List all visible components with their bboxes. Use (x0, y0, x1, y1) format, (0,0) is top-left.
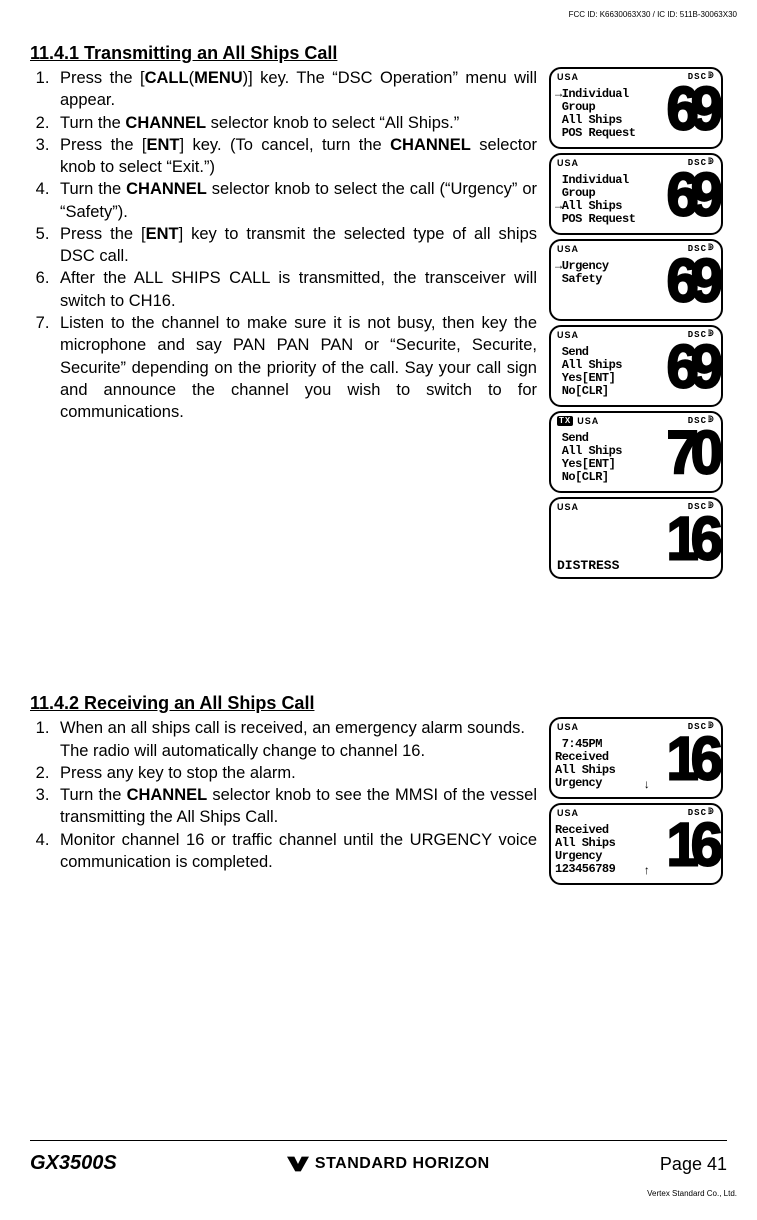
lcd-region-label: USA (577, 415, 599, 427)
lcd-region-label: USA (557, 721, 579, 733)
lcd-channel-number: 69 (666, 169, 717, 234)
lcd-bottom-label: DISTRESS (557, 557, 619, 575)
arrow-up-icon: ↑ (643, 863, 650, 879)
brand-logo-icon (287, 1156, 309, 1172)
footer-page-number: Page 41 (660, 1152, 727, 1176)
lcd-channel-number: 69 (666, 83, 717, 148)
lcd-channel-number: 16 (666, 513, 717, 578)
lcd-channel-number: 16 (666, 733, 717, 798)
instruction-step: When an all ships call is received, an e… (54, 717, 537, 762)
lcd-menu-text: →Individual Group All Ships POS Request (555, 84, 666, 146)
section-2-text: When an all ships call is received, an e… (30, 717, 537, 873)
page-footer: GX3500S STANDARD HORIZON Page 41 Vertex … (30, 1140, 727, 1200)
instruction-step: Press the [CALL(MENU)] key. The “DSC Ope… (54, 67, 537, 112)
lcd-display: USADSC⋑→Urgency Safety69 (549, 239, 723, 321)
arrow-down-icon: ↓ (643, 777, 650, 793)
footer-fine-print: Vertex Standard Co., Ltd. (30, 1189, 737, 1200)
instruction-step: Listen to the channel to make sure it is… (54, 312, 537, 423)
lcd-region-label: USA (557, 243, 579, 255)
lcd-display: USADSC⋑→Individual Group All Ships POS R… (549, 67, 723, 149)
lcd-display: TXUSADSC⋑ Send All Ships Yes[ENT] No[CLR… (549, 411, 723, 493)
lcd-menu-text: Individual Group →All Ships POS Request (555, 170, 666, 232)
instruction-step: After the ALL SHIPS CALL is transmitted,… (54, 267, 537, 312)
section-1-heading: 11.4.1 Transmitting an All Ships Call (30, 41, 727, 65)
footer-brand: STANDARD HORIZON (287, 1153, 490, 1175)
lcd-menu-text: Send All Ships Yes[ENT] No[CLR] (555, 428, 666, 490)
lcd-display: USADSC⋑ Send All Ships Yes[ENT] No[CLR]6… (549, 325, 723, 407)
section-2-heading: 11.4.2 Receiving an All Ships Call (30, 691, 727, 715)
section-1-lcd-column: USADSC⋑→Individual Group All Ships POS R… (549, 67, 727, 583)
lcd-region-label: USA (557, 329, 579, 341)
lcd-channel-number: 69 (666, 255, 717, 320)
footer-brand-text: STANDARD HORIZON (315, 1153, 490, 1175)
lcd-menu-text: →Urgency Safety (555, 256, 666, 318)
instruction-step: Turn the CHANNEL selector knob to select… (54, 178, 537, 223)
lcd-region-label: USA (557, 807, 579, 819)
instruction-step: Monitor channel 16 or traffic channel un… (54, 829, 537, 874)
instruction-step: Press any key to stop the alarm. (54, 762, 537, 784)
instruction-step: Turn the CHANNEL selector knob to select… (54, 112, 537, 134)
instruction-step: Turn the CHANNEL selector knob to see th… (54, 784, 537, 829)
section-1-text: Press the [CALL(MENU)] key. The “DSC Ope… (30, 67, 537, 423)
section-2-lcd-column: USADSC⋑ 7:45PM Received All Ships Urgenc… (549, 717, 727, 889)
lcd-channel-number: 16 (666, 819, 717, 884)
instruction-step: Press the [ENT] key. (To cancel, turn th… (54, 134, 537, 179)
lcd-channel-number: 70 (666, 427, 717, 492)
lcd-region-label: USA (557, 157, 579, 169)
lcd-display: USADSC⋑16DISTRESS (549, 497, 723, 579)
lcd-channel-number: 69 (666, 341, 717, 406)
instruction-step: Press the [ENT] key to transmit the sele… (54, 223, 537, 268)
lcd-display: USADSC⋑Received All Ships Urgency 123456… (549, 803, 723, 885)
tx-indicator-icon: TX (557, 416, 573, 427)
lcd-region-label: USA (557, 501, 579, 513)
lcd-menu-text: Send All Ships Yes[ENT] No[CLR] (555, 342, 666, 404)
header-fine-print: FCC ID: K6630063X30 / IC ID: 511B-30063X… (30, 10, 737, 21)
lcd-region-label: USA (557, 71, 579, 83)
lcd-display: USADSC⋑ 7:45PM Received All Ships Urgenc… (549, 717, 723, 799)
footer-model: GX3500S (30, 1150, 117, 1177)
lcd-display: USADSC⋑ Individual Group →All Ships POS … (549, 153, 723, 235)
